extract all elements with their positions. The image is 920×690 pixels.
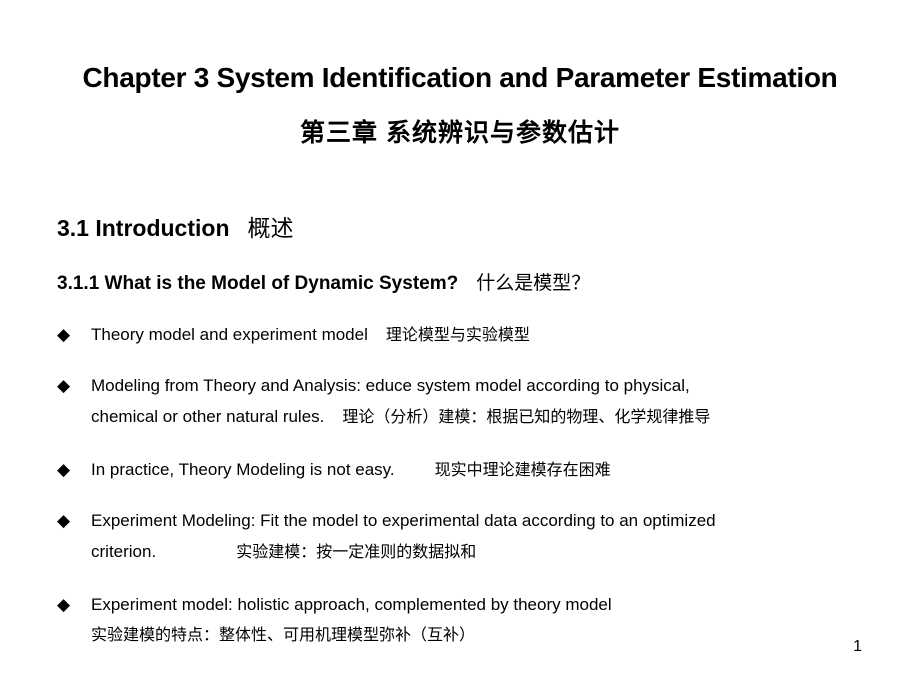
- subsection-heading: 3.1.1 What is the Model of Dynamic Syste…: [57, 268, 590, 295]
- bullet-text-chinese: 实验建模的特点：整体性、可用机理模型弥补（互补）: [91, 627, 476, 644]
- bullet-text-english: In practice, Theory Modeling is not easy…: [91, 460, 395, 479]
- chapter-title-chinese: 第三章 系统辨识与参数估计: [300, 119, 620, 147]
- diamond-bullet-icon: ◆: [57, 595, 71, 614]
- diamond-bullet-icon: ◆: [57, 511, 71, 530]
- subsection-heading-chinese: 什么是模型？: [476, 273, 591, 294]
- bullet-text-chinese: 理论模型与实验模型: [385, 327, 530, 344]
- section-heading-chinese: 概述: [247, 215, 294, 241]
- bullet-text-english: Theory model and experiment model: [91, 325, 368, 344]
- bullet-line: criterion. 实验建模：按一定准则的数据拟和: [91, 536, 716, 568]
- bullet-line: Modeling from Theory and Analysis: educe…: [91, 376, 690, 395]
- bullet-line: Experiment model: holistic approach, com…: [91, 595, 612, 614]
- bullet-text-chinese: 实验建模：按一定准则的数据拟和: [236, 544, 477, 561]
- bullet-text-chinese: 理论（分析）建模：根据已知的物理、化学规律推导: [342, 409, 711, 426]
- bullet-text-english: criterion.: [91, 542, 157, 561]
- slide: Chapter 3 System Identification and Para…: [0, 0, 920, 690]
- page-number: 1: [853, 638, 862, 655]
- diamond-bullet-icon: ◆: [57, 376, 71, 395]
- bullet-text-chinese: 现实中理论建模存在困难: [434, 462, 611, 479]
- bullet-line: chemical or other natural rules. 理论（分析）建模…: [91, 401, 710, 433]
- bullet-item: ◆ Modeling from Theory and Analysis: edu…: [57, 370, 710, 433]
- section-heading-english: 3.1 Introduction: [57, 215, 230, 241]
- bullet-item: ◆ Experiment Modeling: Fit the model to …: [57, 505, 716, 568]
- bullet-text-english: chemical or other natural rules.: [91, 407, 325, 426]
- bullet-line: Theory model and experiment model 理论模型与实验…: [91, 319, 530, 351]
- bullet-line: Experiment Modeling: Fit the model to ex…: [91, 511, 716, 530]
- bullet-item: ◆ In practice, Theory Modeling is not ea…: [57, 454, 611, 486]
- bullet-item: ◆ Experiment model: holistic approach, c…: [57, 589, 612, 651]
- diamond-bullet-icon: ◆: [57, 325, 71, 344]
- bullet-item: ◆ Theory model and experiment model 理论模型与…: [57, 319, 530, 351]
- section-heading: 3.1 Introduction 概述: [57, 209, 294, 243]
- bullet-line: In practice, Theory Modeling is not easy…: [91, 454, 611, 486]
- subsection-heading-english: 3.1.1 What is the Model of Dynamic Syste…: [57, 273, 459, 294]
- chapter-title-english: Chapter 3 System Identification and Para…: [82, 62, 838, 93]
- diamond-bullet-icon: ◆: [57, 460, 71, 479]
